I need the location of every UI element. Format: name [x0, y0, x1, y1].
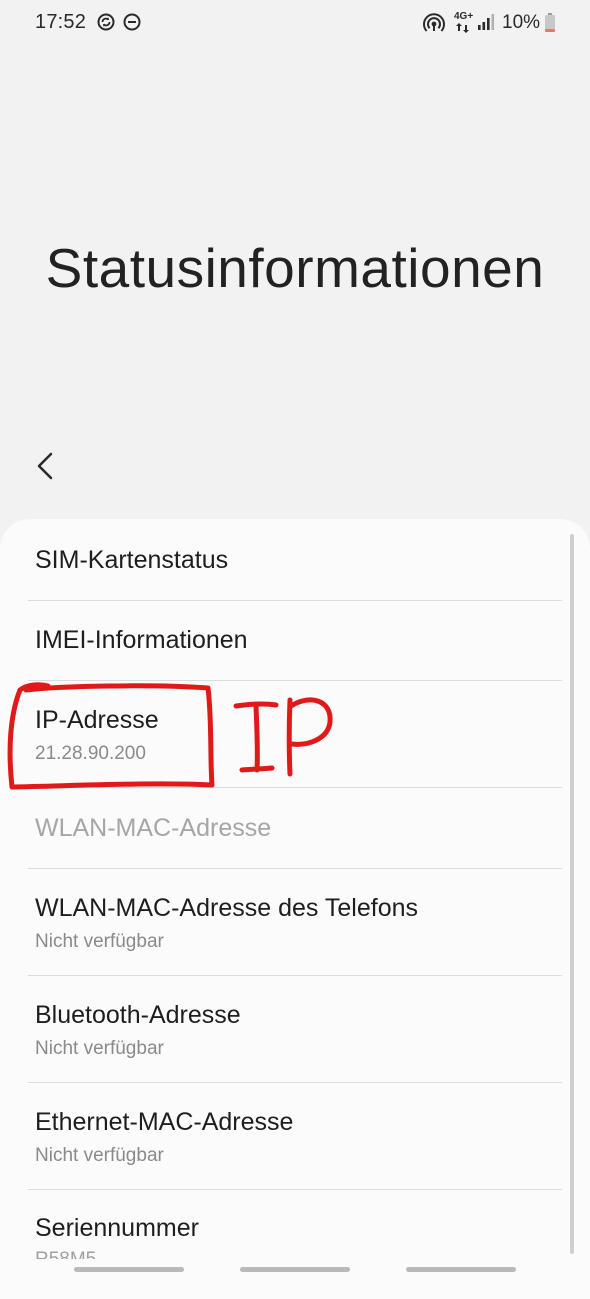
list-item-phone-wlan-mac[interactable]: WLAN-MAC-Adresse des Telefons Nicht verf…: [28, 868, 562, 976]
nav-recents-pill[interactable]: [74, 1267, 184, 1272]
item-title: WLAN-MAC-Adresse: [35, 814, 272, 842]
back-button[interactable]: [22, 440, 70, 492]
data-arrows-icon: [456, 23, 469, 33]
navigation-bar: [0, 1254, 590, 1280]
item-title: Bluetooth-Adresse: [35, 1001, 241, 1029]
battery-percent: 10%: [502, 12, 541, 33]
item-title: IP-Adresse: [35, 706, 159, 734]
network-label: 4G+: [454, 11, 474, 22]
hotspot-icon: [423, 13, 445, 32]
list-item-bluetooth-address[interactable]: Bluetooth-Adresse Nicht verfügbar: [28, 975, 562, 1083]
item-subtitle: Nicht verfügbar: [35, 1145, 164, 1166]
item-title: WLAN-MAC-Adresse des Telefons: [35, 894, 419, 922]
list-item-sim-status[interactable]: SIM-Kartenstatus: [28, 520, 562, 601]
4g-plus-icon: 4G+: [454, 11, 476, 35]
item-title: IMEI-Informationen: [35, 626, 248, 654]
do-not-disturb-icon: [123, 13, 141, 31]
battery-low-icon: [545, 13, 555, 32]
item-title: SIM-Kartenstatus: [35, 546, 229, 574]
status-time: 17:52: [35, 11, 87, 33]
list-item-wlan-mac: WLAN-MAC-Adresse: [28, 787, 562, 869]
nav-back-pill[interactable]: [406, 1267, 516, 1272]
page-title: Statusinformationen: [45, 237, 545, 299]
sync-icon: [97, 13, 115, 31]
item-title: Seriennummer: [35, 1214, 199, 1242]
status-bar: 17:52 4G+ 10%: [0, 0, 590, 48]
scrollbar[interactable]: [570, 534, 574, 1254]
item-subtitle: Nicht verfügbar: [35, 931, 164, 952]
list-item-ip-address[interactable]: IP-Adresse 21.28.90.200: [28, 680, 562, 788]
list-item-imei[interactable]: IMEI-Informationen: [28, 600, 562, 681]
signal-icon: [478, 14, 495, 30]
battery-fill: [545, 29, 555, 32]
list-item-serial-number[interactable]: Seriennummer R58M5: [28, 1189, 562, 1259]
item-title: Ethernet-MAC-Adresse: [35, 1108, 294, 1136]
nav-home-pill[interactable]: [240, 1267, 350, 1272]
item-subtitle: 21.28.90.200: [35, 743, 146, 764]
list-item-ethernet-mac[interactable]: Ethernet-MAC-Adresse Nicht verfügbar: [28, 1082, 562, 1190]
chevron-left-icon: [37, 452, 53, 480]
item-subtitle: Nicht verfügbar: [35, 1038, 164, 1059]
